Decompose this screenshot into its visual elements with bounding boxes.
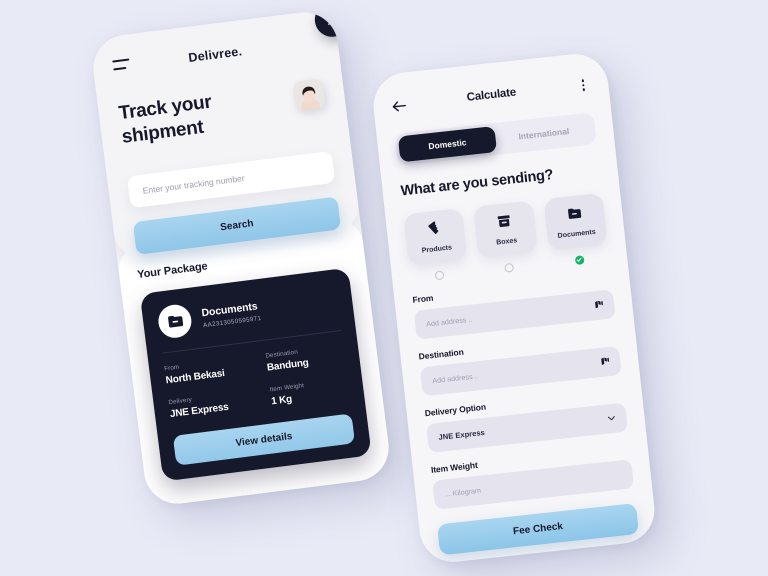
shipping-scope-tabs: Domestic International — [394, 112, 597, 166]
folder-icon — [156, 302, 194, 340]
category-boxes[interactable]: Boxes — [473, 200, 539, 275]
avatar[interactable] — [292, 78, 326, 112]
category-boxes-card[interactable]: Boxes — [473, 200, 538, 259]
package-detail-grid: From North Bekasi Destination Bandung De… — [164, 343, 349, 420]
app-topbar: Delivree. — [111, 8, 351, 81]
tab-international-label: International — [517, 126, 570, 142]
view-details-label: View details — [234, 430, 293, 449]
detail-from: From North Bekasi — [164, 354, 256, 387]
category-documents-label: Documents — [557, 228, 597, 240]
track-header-panel: Delivree. Track your shipment Enter your… — [89, 8, 362, 260]
category-documents-radio-wrap — [550, 252, 610, 267]
category-products-card[interactable]: Products — [403, 207, 468, 266]
page-title: Track your shipment — [117, 91, 213, 149]
arrow-left-icon[interactable] — [391, 98, 407, 112]
radio-boxes[interactable] — [504, 262, 515, 273]
category-products[interactable]: Products — [403, 207, 470, 283]
category-boxes-radio-wrap — [480, 260, 540, 275]
category-boxes-label: Boxes — [495, 237, 518, 247]
products-icon — [426, 220, 443, 242]
fee-check-button[interactable]: Fee Check — [436, 502, 640, 556]
tracking-input-placeholder: Enter your tracking number — [142, 172, 246, 196]
radio-documents[interactable] — [574, 255, 585, 265]
map-pin-icon[interactable] — [594, 300, 605, 311]
calculate-phone: Calculate Domestic International What ar… — [370, 50, 658, 566]
chevron-down-icon[interactable] — [606, 413, 617, 424]
tracking-number-input[interactable]: Enter your tracking number — [126, 150, 336, 209]
detail-delivery: Delivery JNE Express — [168, 388, 260, 420]
detail-destination: Destination Bandung — [253, 343, 345, 375]
fee-check-label: Fee Check — [512, 520, 564, 538]
track-shipment-phone: Delivree. Track your shipment Enter your… — [89, 8, 393, 508]
from-input-placeholder: Add address .. — [425, 314, 473, 329]
package-card-header: Documents AA2313050595971 — [156, 284, 339, 340]
hero-row: Track your shipment — [118, 76, 328, 150]
box-icon — [496, 213, 513, 235]
design-canvas: Delivree. Track your shipment Enter your… — [0, 0, 768, 576]
detail-weight: Item Weight 1 Kg — [257, 377, 349, 409]
notification-badge — [336, 8, 344, 13]
radio-products[interactable] — [434, 270, 445, 281]
bell-icon[interactable] — [312, 8, 351, 39]
folder-icon — [566, 205, 583, 227]
calculate-topbar: Calculate — [390, 75, 591, 116]
package-card[interactable]: Documents AA2313050595971 From North Bek… — [139, 267, 372, 482]
item-weight-placeholder: ... Kilogram — [444, 485, 482, 499]
map-pin-icon[interactable] — [600, 356, 611, 367]
tab-domestic-label: Domestic — [427, 137, 467, 152]
category-documents-card[interactable]: Documents — [543, 192, 608, 251]
package-panel: Your Package Documents AA2313050595971 F… — [115, 216, 393, 508]
hamburger-icon[interactable] — [112, 58, 130, 71]
tab-international[interactable]: International — [494, 116, 593, 152]
view-details-button[interactable]: View details — [172, 413, 356, 466]
tab-domestic[interactable]: Domestic — [397, 126, 498, 163]
destination-input-placeholder: Add address .. — [431, 371, 479, 386]
category-documents[interactable]: Documents — [543, 192, 610, 268]
category-selector: Products Boxes Documents — [403, 192, 610, 283]
calculate-body: Calculate Domestic International What ar… — [370, 51, 657, 558]
category-products-label: Products — [421, 244, 453, 255]
delivery-option-value: JNE Express — [438, 427, 486, 442]
category-products-radio-wrap — [410, 268, 470, 283]
brand-logo: Delivree. — [187, 44, 243, 65]
more-vertical-icon[interactable] — [576, 78, 591, 92]
page-title: Calculate — [466, 86, 517, 104]
search-button-label: Search — [219, 217, 255, 233]
